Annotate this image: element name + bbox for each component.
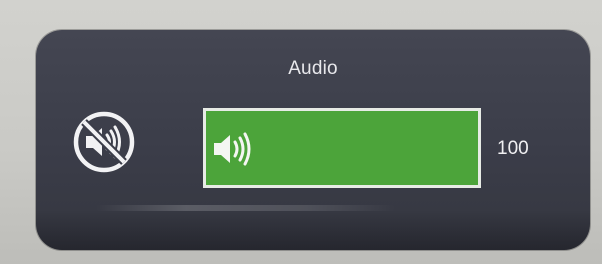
volume-slider[interactable]: [203, 108, 481, 188]
audio-osd-panel: Audio 100: [36, 30, 590, 250]
mute-button[interactable]: [72, 110, 136, 174]
osd-title: Audio: [288, 58, 338, 79]
bottom-shade: [36, 210, 590, 250]
speaker-muted-icon: [73, 111, 135, 173]
volume-value: 100: [497, 138, 529, 159]
speaker-icon: [210, 127, 270, 171]
